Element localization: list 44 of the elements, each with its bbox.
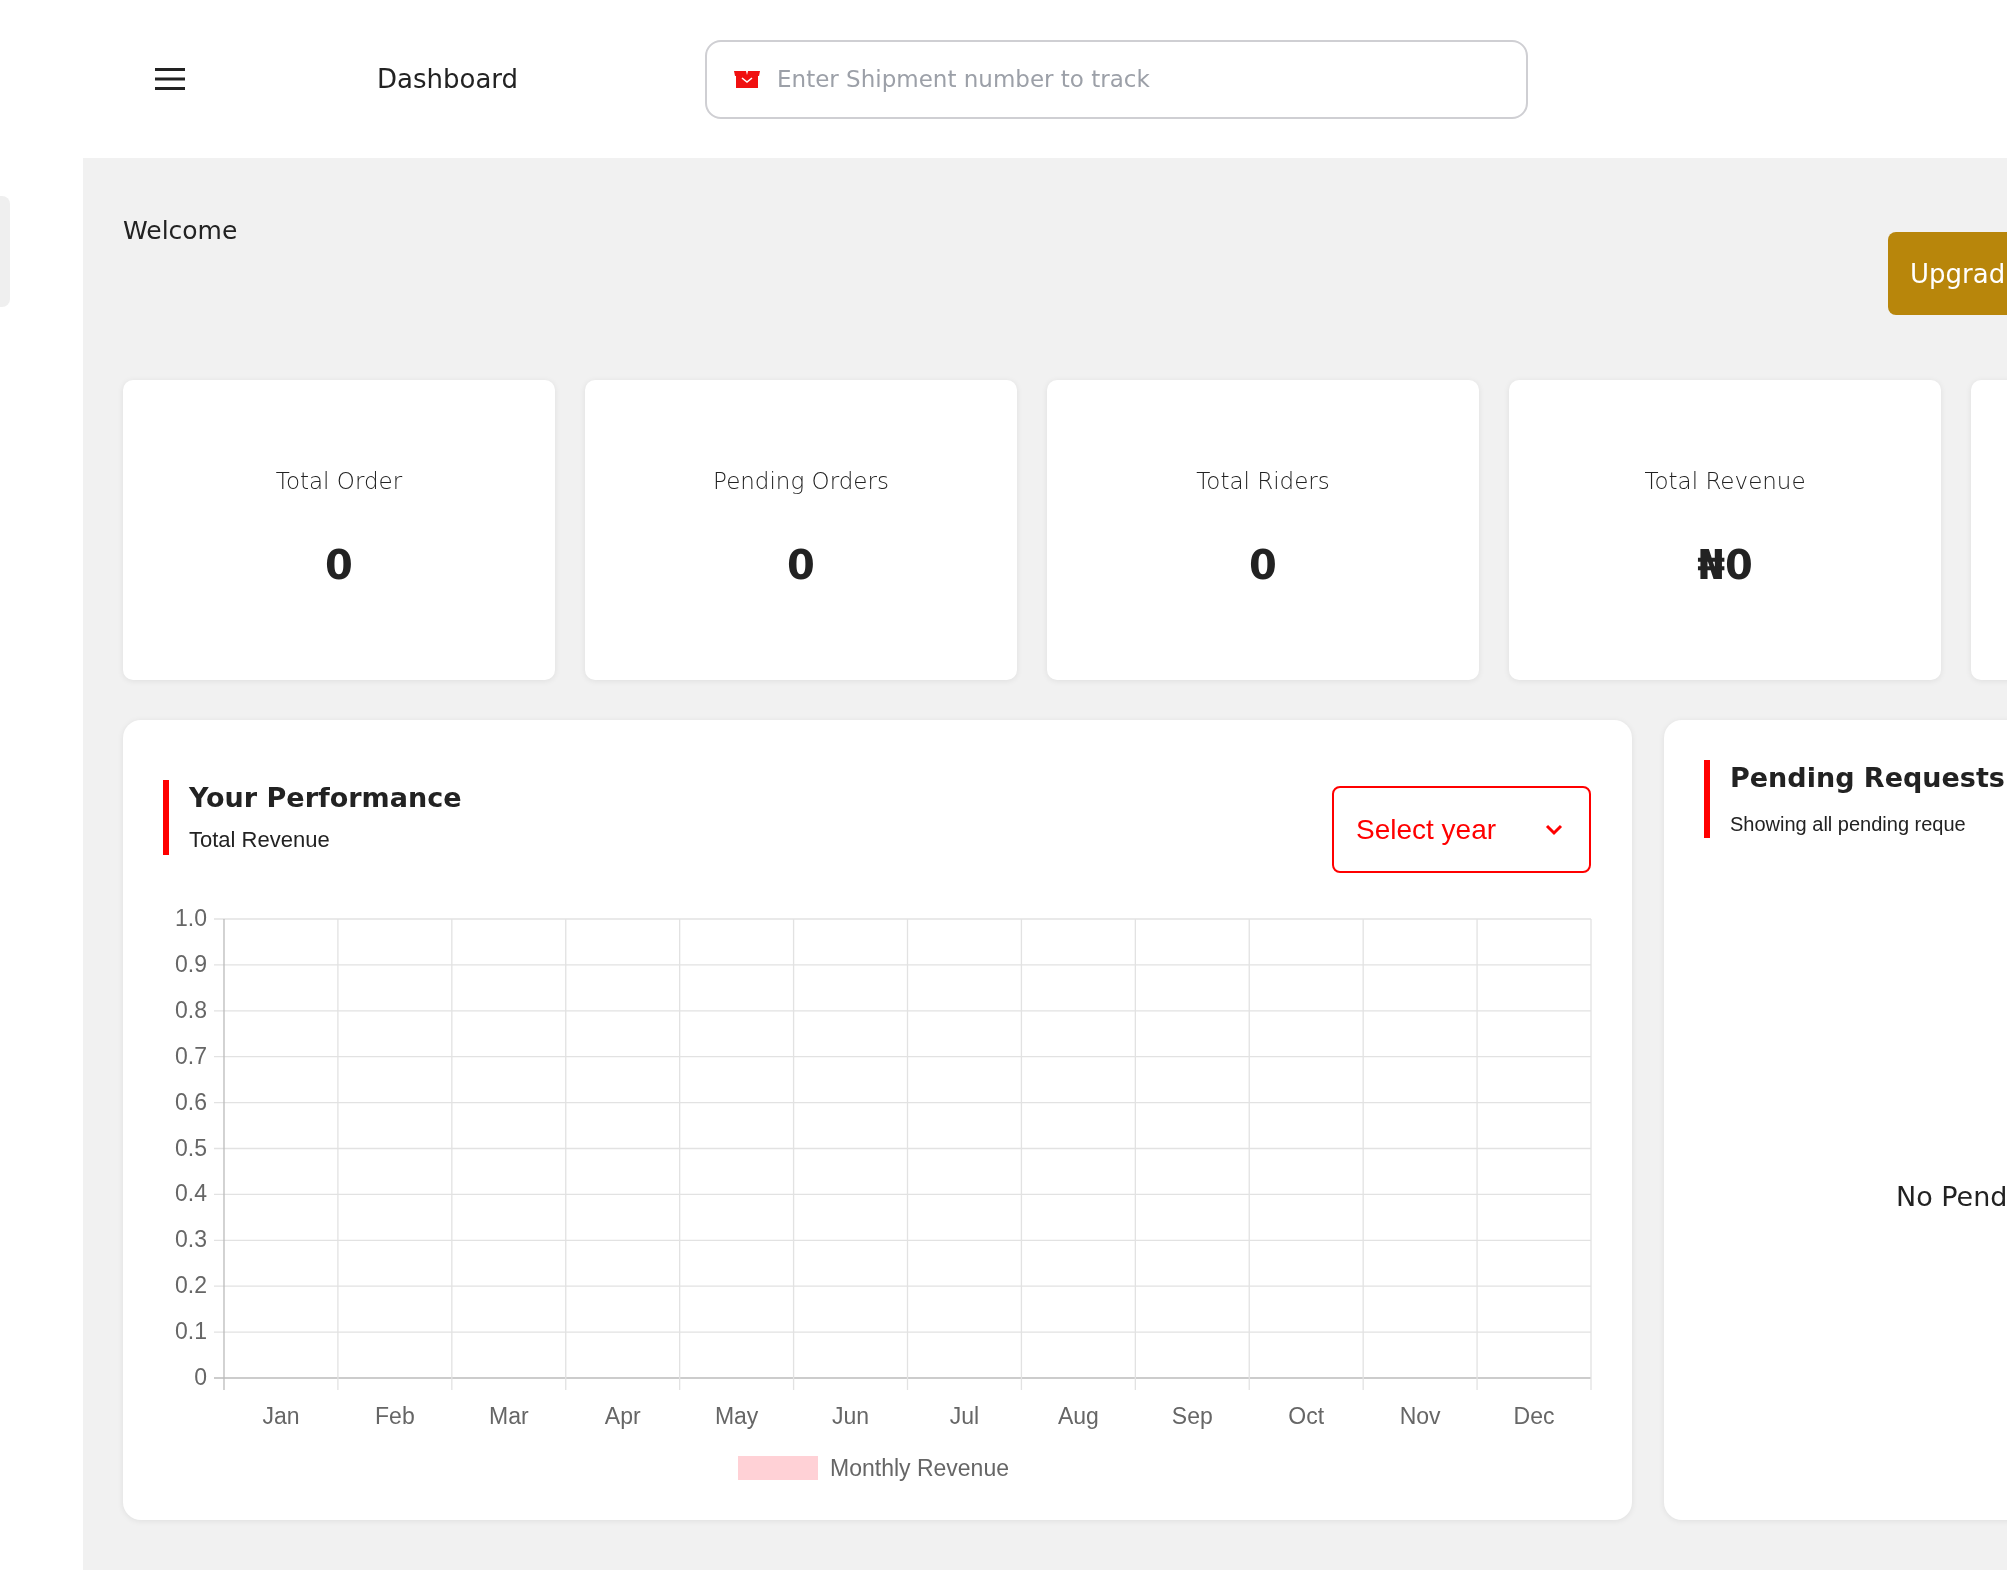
stat-value: ₦0 [1697,542,1753,588]
axis-tick-label: 0.8 [175,996,207,1023]
axis-tick-label: Jun [832,1403,870,1429]
panel-title: Your Performance [189,782,462,813]
stat-value: 0 [325,542,353,588]
axis-tick-label: Oct [1288,1403,1325,1429]
empty-message: No Pend [1896,1181,2007,1212]
page-title: Dashboard [377,64,519,94]
search-field[interactable]: Enter Shipment number to track [705,39,1529,119]
legend-label: Monthly Revenue [830,1455,1009,1481]
stat-label: Total Riders [1196,468,1330,494]
axis-tick-label: 0.6 [175,1088,207,1115]
axis-tick-label: May [714,1403,759,1429]
axis-tick-label: 0.9 [175,950,207,977]
panel-title: Pending Requests [1730,762,2005,793]
axis-tick-label: 0.3 [175,1226,207,1253]
axis-tick-label: 0.5 [175,1134,207,1161]
axis-tick-label: Mar [489,1403,529,1429]
axis-tick-label: 0.2 [175,1272,207,1299]
year-select[interactable]: Select year [1332,786,1591,873]
axis-tick-label: 1.0 [175,905,207,931]
axis-tick-label: 0.7 [175,1042,207,1069]
stat-label: Pending Orders [713,468,889,494]
stat-label: Total Order [275,468,403,494]
axis-tick-label: Sep [1171,1403,1213,1429]
welcome-text: Welcome [123,216,239,245]
chevron-down-icon [1545,823,1563,836]
axis-tick-label: Apr [604,1403,641,1429]
stat-label: Total Revenue [1644,468,1806,494]
axis-tick-label: Nov [1399,1403,1441,1429]
axis-tick-label: 0.1 [175,1318,207,1345]
upgrade-button[interactable]: Upgrad [1888,232,2007,315]
axis-tick-label: Aug [1057,1403,1099,1429]
axis-tick-label: Dec [1513,1403,1555,1429]
stat-value: 0 [787,542,815,588]
axis-tick-label: 0 [194,1364,207,1390]
axis-tick-label: 0.4 [175,1180,207,1207]
panel-subtitle: Showing all pending reque [1730,813,1967,836]
menu-icon[interactable] [155,68,185,90]
axis-tick-label: Feb [375,1403,415,1429]
axis-tick-label: Jan [262,1403,300,1429]
stat-value: 0 [1249,542,1277,588]
axis-tick-label: Jul [949,1403,980,1429]
panel-subtitle: Total Revenue [189,827,331,853]
